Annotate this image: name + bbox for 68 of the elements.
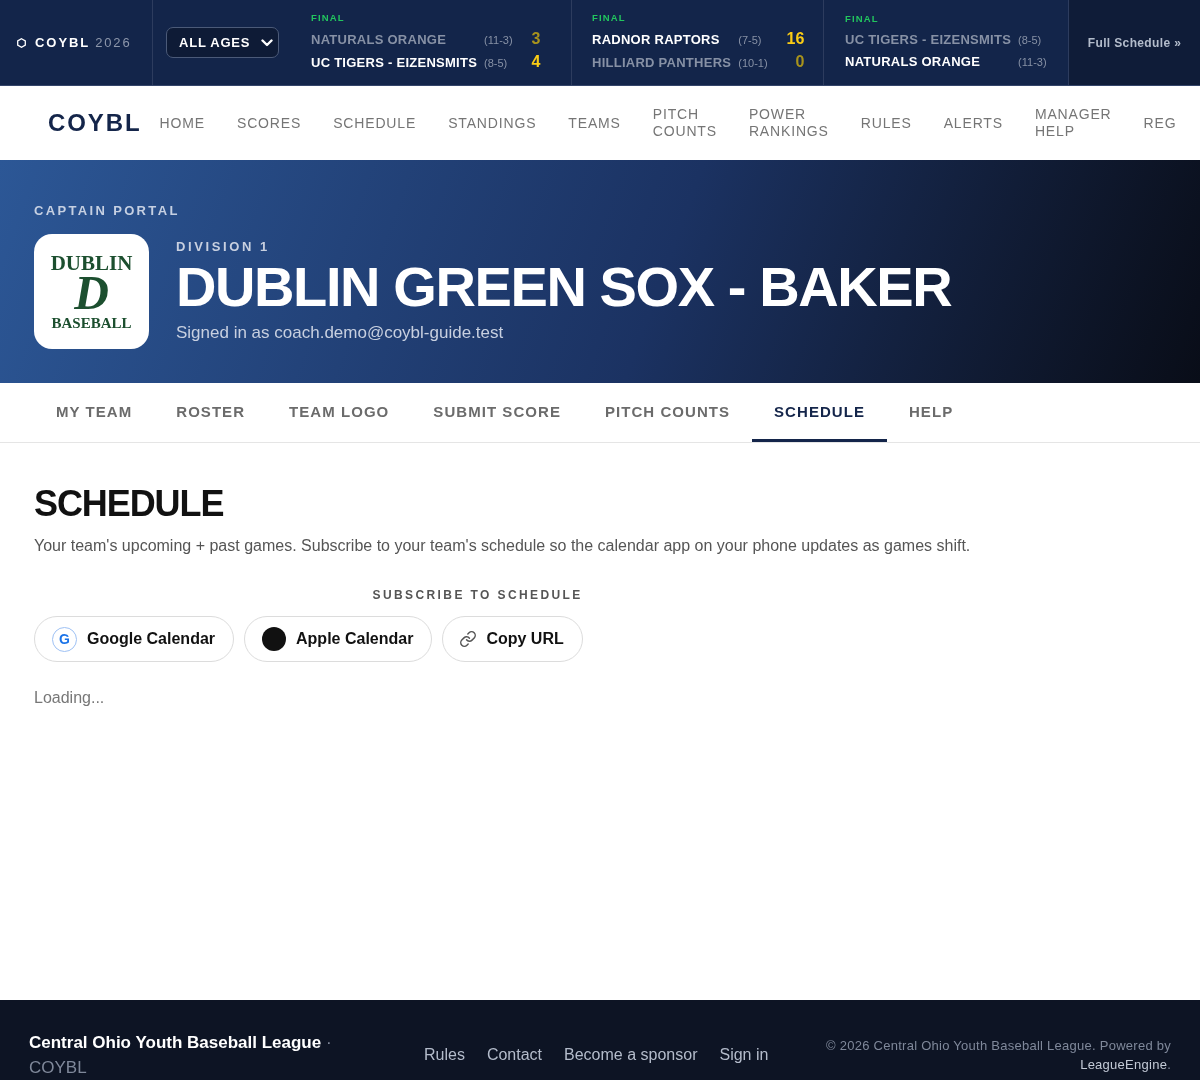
team-record: (11-3) [1018,54,1047,70]
division-label: DIVISION 1 [176,238,271,255]
team-name: UC TIGERS - EIZENSMITS [311,53,478,72]
portal-tab[interactable]: SCHEDULE [752,383,887,442]
subscribe-button[interactable]: Apple Calendar [244,616,433,662]
game-status: FINAL [311,11,346,24]
team-name-title: DUBLIN GREEN SOX - BAKER [176,258,952,315]
game-status: FINAL [592,11,627,24]
nav-link[interactable]: SCORES [237,114,302,132]
season-year: 2026 [95,33,132,52]
team-name: NATURALS ORANGE [845,52,982,71]
portal-tab[interactable]: MY TEAM [34,383,155,442]
section-description: Your team's upcoming + past games. Subscribe to your team's schedule so the calendar app on your phone updates as games shift. [34,536,972,556]
team-record: (8-5) [484,55,509,71]
team-score: 4 [530,51,541,72]
logo-bottom-text: BASEBALL [51,314,132,331]
portal-label: CAPTAIN PORTAL [34,203,181,219]
nav-link[interactable]: SCHEDULE [333,114,417,132]
subscribe-label: SUBSCRIBE TO SCHEDULE [372,588,583,602]
footer-separator: · [325,1033,332,1052]
team-score: 0 [794,51,805,72]
footer-link[interactable]: Rules [424,1043,465,1067]
portal-tab[interactable]: SUBMIT SCORE [411,383,583,442]
nav-link[interactable]: ALERTS [943,114,1003,132]
team-record: (7-5) [738,32,763,48]
footer-link[interactable]: Become a sponsor [564,1043,698,1067]
footer-league-name: Central Ohio Youth Baseball League [29,1033,322,1052]
portal-tab[interactable]: TEAM LOGO [267,383,412,442]
team-score: 16 [785,28,805,49]
nav-link[interactable]: TEAMS [568,114,621,132]
footer-abbreviation: COYBL [29,1058,87,1077]
portal-tab[interactable]: PITCH COUNTS [582,383,753,442]
subscribe-button[interactable]: G Google Calendar [34,616,235,662]
team-record: (10-1) [738,55,768,71]
team-record: (11-3) [484,32,513,48]
subscribe-button[interactable]: Copy URL [442,616,583,662]
hexagon-icon [17,37,26,48]
portal-tab[interactable]: ROSTER [154,383,268,442]
logo-top-text: DUBLIN [50,252,133,273]
loading-text: Loading... [34,688,106,708]
team-name: UC TIGERS - EIZENSMITS [845,30,1012,49]
site-logo[interactable]: COYBL [48,105,142,141]
logo-monogram: D [74,272,109,313]
brand-name[interactable]: COYBL [35,32,91,53]
signed-in-text: Signed in as coach.demo@coybl-guide.test [176,321,505,344]
team-score: 3 [530,28,541,49]
nav-link[interactable]: MANAGER HELP [1034,106,1112,140]
team-record: (8-5) [1018,32,1043,48]
link-icon [460,631,477,647]
powered-by-link[interactable]: LeagueEngine [1080,1057,1168,1072]
section-title: SCHEDULE [34,484,225,524]
full-schedule-link[interactable]: Full Schedule » [1087,33,1182,52]
age-filter-select[interactable]: ALL AGES [166,27,279,58]
nav-link[interactable]: RULES [860,114,912,132]
team-name: HILLIARD PANTHERS [592,53,732,72]
portal-tab[interactable]: HELP [887,383,976,442]
team-name: NATURALS ORANGE [311,30,448,49]
team-name: RADNOR RAPTORS [592,30,721,49]
copyright-text: © 2026 Central Ohio Youth Baseball League. Powered by LeagueEngine. [825,1037,1171,1074]
chevron-down-icon [261,38,273,47]
nav-link[interactable]: STANDINGS [448,114,537,132]
game-status: FINAL [845,12,880,25]
nav-link[interactable]: HOME [159,114,205,132]
nav-link[interactable]: REG [1143,114,1177,132]
footer-link[interactable]: Contact [486,1043,543,1067]
nav-link[interactable]: PITCH COUNTS [652,106,717,140]
footer-link[interactable]: Sign in [719,1043,769,1067]
nav-link[interactable]: POWER RANKINGS [748,106,829,140]
